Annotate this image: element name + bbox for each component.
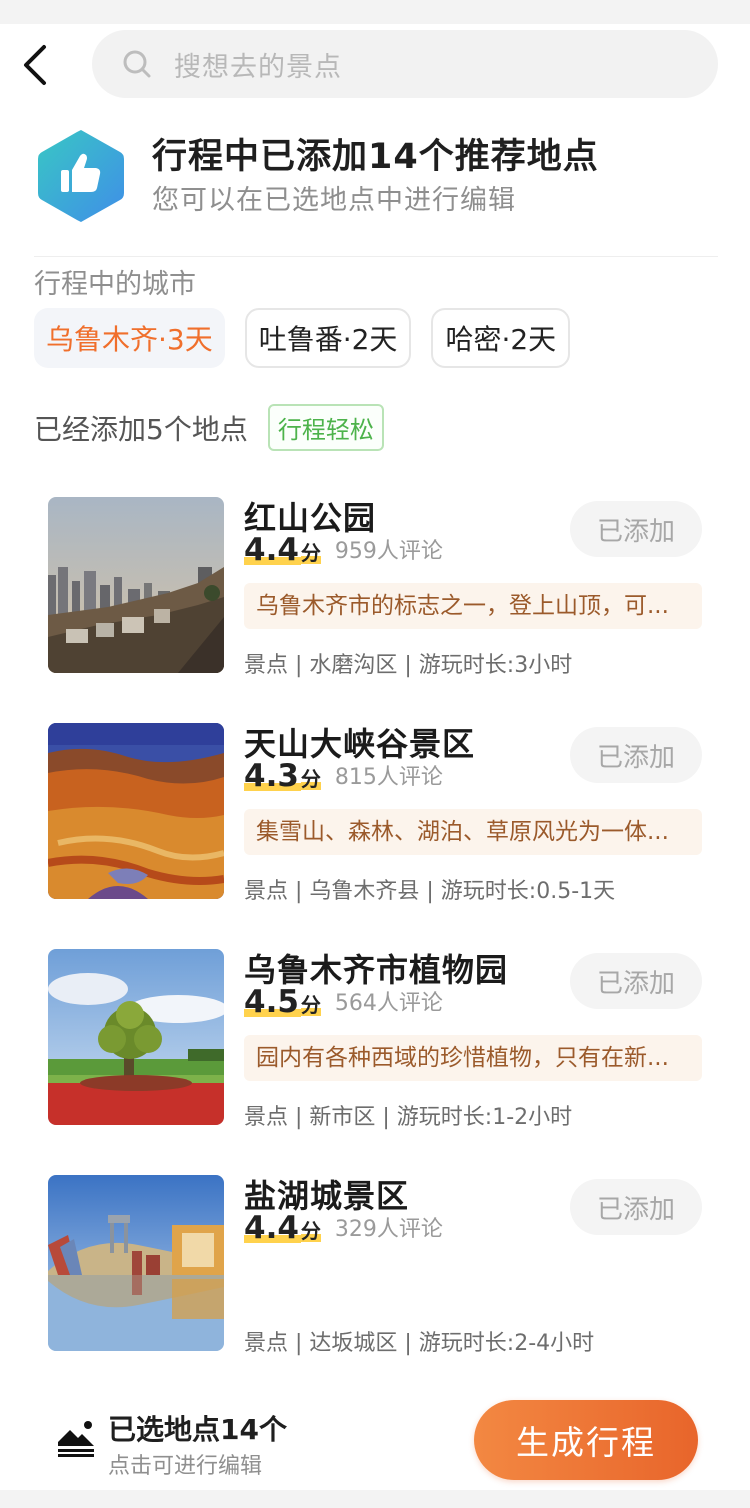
- back-button[interactable]: [12, 40, 56, 90]
- thumbs-up-hexagon-icon: [34, 126, 128, 226]
- search-icon: [122, 47, 156, 81]
- place-photo: [48, 497, 224, 673]
- place-rating: 4.3 分 815人评论: [244, 759, 443, 793]
- review-count: 959人评论: [334, 539, 443, 564]
- banner-title: 行程中已添加14个推荐地点: [152, 137, 599, 177]
- search-placeholder: 搜想去的景点: [174, 51, 342, 83]
- added-button[interactable]: 已添加: [570, 1179, 702, 1235]
- place-rating: 4.4 分 959人评论: [244, 533, 443, 567]
- bottom-bar: 已选地点14个 点击可进行编辑 生成行程: [0, 1390, 750, 1490]
- added-summary: 已经添加5个地点 行程轻松: [34, 404, 384, 451]
- mountain-sun-icon: [56, 1418, 96, 1458]
- rating-score: 4.5: [244, 984, 301, 1020]
- divider: [34, 256, 718, 257]
- review-count: 329人评论: [334, 1217, 443, 1242]
- city-chips: 乌鲁木齐·3天 吐鲁番·2天 哈密·2天: [34, 308, 571, 368]
- generate-itinerary-button[interactable]: 生成行程: [474, 1400, 698, 1480]
- place-rating: 4.5 分 564人评论: [244, 985, 443, 1019]
- status-bar-strip: [0, 0, 750, 24]
- city-chip-urumqi[interactable]: 乌鲁木齐·3天: [34, 308, 225, 368]
- place-meta: 景点 | 水磨沟区 | 游玩时长:3小时: [244, 653, 573, 678]
- chevron-left-icon: [24, 45, 46, 85]
- banner-subtitle: 您可以在已选地点中进行编辑: [152, 185, 516, 216]
- city-chip-turpan[interactable]: 吐鲁番·2天: [244, 308, 412, 368]
- city-chip-hami[interactable]: 哈密·2天: [431, 308, 571, 368]
- review-count: 815人评论: [334, 765, 443, 790]
- rating-unit: 分: [300, 993, 321, 1017]
- place-card-tianshan-canyon[interactable]: 天山大峡谷景区 4.3 分 815人评论 集雪山、森林、湖泊、草原风光为一体..…: [48, 723, 708, 904]
- rating-score: 4.4: [244, 532, 301, 568]
- selected-count[interactable]: 已选地点14个: [108, 1408, 287, 1448]
- place-description: 乌鲁木齐市的标志之一，登上山顶，可...: [244, 583, 702, 629]
- cities-label: 行程中的城市: [34, 269, 196, 300]
- place-rating: 4.4 分 329人评论: [244, 1211, 443, 1245]
- rating-score: 4.4: [244, 1210, 301, 1246]
- place-card-salt-lake-city[interactable]: 盐湖城景区 4.4 分 329人评论 景点 | 达坂城区 | 游玩时长:2-4小…: [48, 1175, 708, 1356]
- place-photo: [48, 949, 224, 1125]
- rating-unit: 分: [300, 767, 321, 791]
- added-count-text: 已经添加5个地点: [34, 412, 248, 446]
- added-button[interactable]: 已添加: [570, 727, 702, 783]
- place-description: 集雪山、森林、湖泊、草原风光为一体...: [244, 809, 702, 855]
- place-photo: [48, 1175, 224, 1351]
- easy-trip-tag: 行程轻松: [267, 404, 384, 451]
- place-meta: 景点 | 达坂城区 | 游玩时长:2-4小时: [244, 1331, 595, 1356]
- place-meta: 景点 | 新市区 | 游玩时长:1-2小时: [244, 1105, 573, 1130]
- search-input[interactable]: 搜想去的景点: [92, 30, 718, 98]
- review-count: 564人评论: [334, 991, 443, 1016]
- added-button[interactable]: 已添加: [570, 501, 702, 557]
- edit-hint: 点击可进行编辑: [108, 1454, 263, 1479]
- place-meta: 景点 | 乌鲁木齐县 | 游玩时长:0.5-1天: [244, 879, 616, 904]
- place-card-botanical-garden[interactable]: 乌鲁木齐市植物园 4.5 分 564人评论 园内有各种西域的珍惜植物，只有在新.…: [48, 949, 708, 1130]
- home-indicator-strip: [0, 1490, 750, 1508]
- place-card-hongshan[interactable]: 红山公园 4.4 分 959人评论 乌鲁木齐市的标志之一，登上山顶，可... 景…: [48, 497, 708, 678]
- rating-unit: 分: [300, 541, 321, 565]
- place-description: 园内有各种西域的珍惜植物，只有在新...: [244, 1035, 702, 1081]
- rating-unit: 分: [300, 1219, 321, 1243]
- added-button[interactable]: 已添加: [570, 953, 702, 1009]
- place-photo: [48, 723, 224, 899]
- rating-score: 4.3: [244, 758, 301, 794]
